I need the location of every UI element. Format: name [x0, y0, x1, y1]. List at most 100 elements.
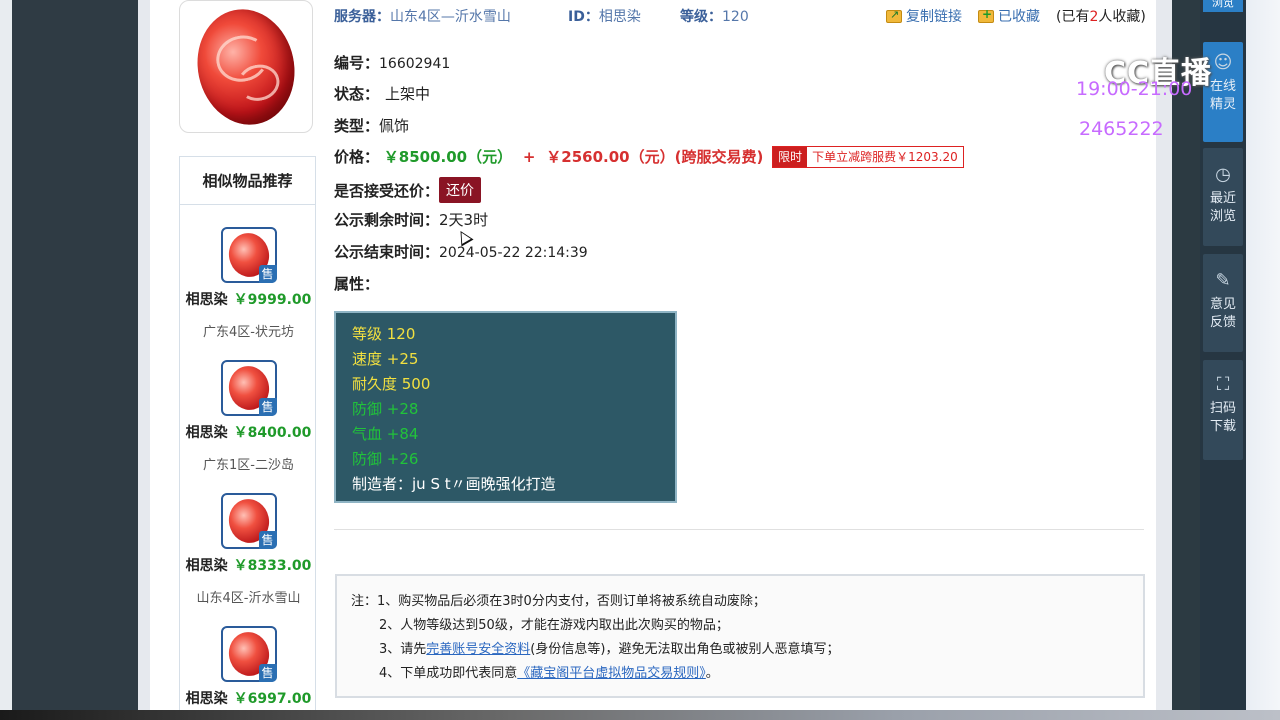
- attr-line: 气血 +84: [352, 425, 419, 443]
- price-label: 价格：: [334, 148, 380, 166]
- item-name-price: 相思染 ￥8333.00: [180, 555, 317, 575]
- item-server: 广东1区-二沙岛: [203, 458, 294, 473]
- attr-line: 耐久度 500: [352, 375, 431, 393]
- security-info-link[interactable]: 完善账号安全资料: [426, 642, 530, 657]
- limit-offer-badge: 限时 下单立减跨服费￥1203.20: [772, 146, 964, 168]
- scan-icon: ⛶: [1216, 374, 1230, 395]
- attr-row: 属性：: [334, 273, 379, 294]
- dock-top-tab[interactable]: 浏览: [1203, 0, 1243, 12]
- item-thumbnail[interactable]: 售: [220, 493, 277, 549]
- id-value: 相思染: [598, 9, 641, 25]
- item-price: ￥9999.00: [233, 292, 312, 308]
- sale-badge: 售: [258, 531, 277, 549]
- server-label: 服务器：: [334, 9, 390, 25]
- attr-label: 属性：: [334, 275, 380, 293]
- list-item[interactable]: 售 相思染 ￥8333.00 山东4区-沂水雪山: [180, 493, 317, 606]
- feedback-button[interactable]: ✎ 意见反馈: [1203, 254, 1243, 352]
- end-time-label: 公示结束时间：: [334, 243, 440, 261]
- note-line: 注：1、购买物品后必须在3时0分内支付，否则订单将被系统自动废除；: [351, 594, 766, 609]
- limit-text: 下单立减跨服费￥1203.20: [812, 150, 958, 164]
- price-main: ￥8500.00（元）: [383, 148, 513, 166]
- similar-items-panel: 相似物品推荐 售 相思染 ￥9999.00 广东4区-状元坊 售 相思染 ￥8400…: [179, 156, 316, 716]
- gem-icon: [186, 1, 306, 132]
- online-label: 在线精灵: [1209, 79, 1236, 112]
- similar-items-title: 相似物品推荐: [180, 157, 315, 205]
- type-value: 佩饰: [379, 117, 410, 135]
- favorited-label: 已收藏: [998, 9, 1040, 25]
- price-plus: +: [522, 148, 536, 166]
- bargain-button[interactable]: 还价: [439, 177, 482, 203]
- price-row: 价格： ￥8500.00（元） + ￥2560.00（元）(跨服交易费) 限时下…: [334, 146, 964, 168]
- status-row: 状态： 上架中: [334, 83, 430, 104]
- attr-line: 防御 +28: [352, 400, 419, 418]
- status-label: 状态：: [334, 85, 380, 103]
- item-thumbnail[interactable]: 售: [220, 227, 277, 283]
- fav-suffix: 人收藏): [1098, 9, 1146, 25]
- copy-link-label: 复制链接: [906, 9, 962, 25]
- trade-rules-link[interactable]: 《藏宝阁平台虚拟物品交易规则》: [517, 666, 706, 681]
- number-row: 编号：16602941: [334, 52, 450, 73]
- item-name-price: 相思染 ￥9999.00: [180, 289, 317, 309]
- item-thumbnail[interactable]: 售: [220, 626, 277, 682]
- scan-label: 扫码下载: [1209, 401, 1236, 434]
- list-item[interactable]: 售 相思染 ￥8400.00 广东1区-二沙岛: [180, 360, 317, 473]
- note-text: 。: [705, 666, 719, 681]
- price-fee: ￥2560.00（元）(跨服交易费): [546, 148, 764, 166]
- item-name-price: 相思染 ￥8400.00: [180, 422, 317, 442]
- bargain-row: 是否接受还价： 还价: [334, 177, 482, 203]
- sale-badge: 售: [258, 265, 277, 283]
- limit-tag: 限时: [773, 147, 808, 167]
- note-line: 4、下单成功即代表同意《藏宝阁平台虚拟物品交易规则》。: [351, 662, 1143, 686]
- item-name: 相思染: [185, 691, 228, 707]
- edit-icon: ✎: [1215, 270, 1231, 291]
- copy-link-button[interactable]: 复制链接: [886, 6, 962, 26]
- item-image: [179, 0, 313, 133]
- note-text: (身份信息等)，避免无法取出角色或被别人恶意填写；: [530, 642, 840, 657]
- level-value: 120: [722, 9, 749, 25]
- recent-browse-button[interactable]: ◷ 最近浏览: [1203, 148, 1243, 246]
- list-item[interactable]: 售 相思染 ￥6997.00: [180, 626, 317, 708]
- left-background-frame: [12, 0, 138, 720]
- attribute-panel: 等级 120 速度 +25 耐久度 500 防御 +28 气血 +84 防御 +…: [334, 311, 677, 503]
- bargain-label: 是否接受还价：: [334, 182, 440, 200]
- type-row: 类型：佩饰: [334, 115, 409, 136]
- copy-link-icon: [886, 8, 902, 23]
- right-gap: [1172, 0, 1200, 720]
- level-info: 等级：120: [680, 6, 749, 26]
- id-info: ID：相思染: [568, 6, 641, 26]
- server-value: 山东4区—沂水雪山: [390, 9, 511, 25]
- stream-room-id: 2465222: [1079, 118, 1164, 140]
- fav-prefix: (已有: [1056, 9, 1090, 25]
- item-name-price: 相思染 ￥6997.00: [180, 688, 317, 708]
- status-value: 上架中: [385, 85, 431, 103]
- item-server: 山东4区-沂水雪山: [196, 591, 301, 606]
- sale-badge: 售: [258, 664, 277, 682]
- assistant-icon: ☺: [1213, 52, 1233, 73]
- scan-download-button[interactable]: ⛶ 扫码下载: [1203, 360, 1243, 460]
- favorite-icon: [978, 7, 994, 23]
- item-name: 相思染: [185, 558, 228, 574]
- remaining-value: 2天3时: [439, 211, 489, 229]
- attr-line: 等级 120: [352, 325, 416, 343]
- purchase-notes: 注：1、购买物品后必须在3时0分内支付，否则订单将被系统自动废除； 2、人物等级…: [335, 574, 1145, 698]
- attr-line: 制造者：ju S t〃画晚强化打造: [352, 475, 556, 493]
- item-price: ￥6997.00: [233, 691, 312, 707]
- item-name: 相思染: [185, 292, 228, 308]
- recent-label: 最近浏览: [1209, 191, 1236, 224]
- favorite-count: (已有2人收藏): [1056, 6, 1146, 26]
- favorited-button[interactable]: 已收藏: [978, 6, 1040, 26]
- item-name: 相思染: [185, 425, 228, 441]
- type-label: 类型：: [334, 117, 380, 135]
- divider: [334, 529, 1144, 530]
- remaining-label: 公示剩余时间：: [334, 211, 440, 229]
- item-price: ￥8333.00: [233, 558, 312, 574]
- note-line: 2、人物等级达到50级，才能在游戏内取出此次购买的物品；: [379, 618, 729, 633]
- number-value: 16602941: [379, 56, 451, 72]
- item-thumbnail[interactable]: 售: [220, 360, 277, 416]
- note-line: 3、请先完善账号安全资料(身份信息等)，避免无法取出角色或被别人恶意填写；: [351, 638, 1143, 662]
- item-price: ￥8400.00: [233, 425, 312, 441]
- list-item[interactable]: 售 相思染 ￥9999.00 广东4区-状元坊: [180, 227, 317, 340]
- stream-schedule: 19:00-21:00: [1076, 78, 1193, 100]
- clock-icon: ◷: [1215, 164, 1231, 185]
- right-window-edge: [1246, 0, 1280, 720]
